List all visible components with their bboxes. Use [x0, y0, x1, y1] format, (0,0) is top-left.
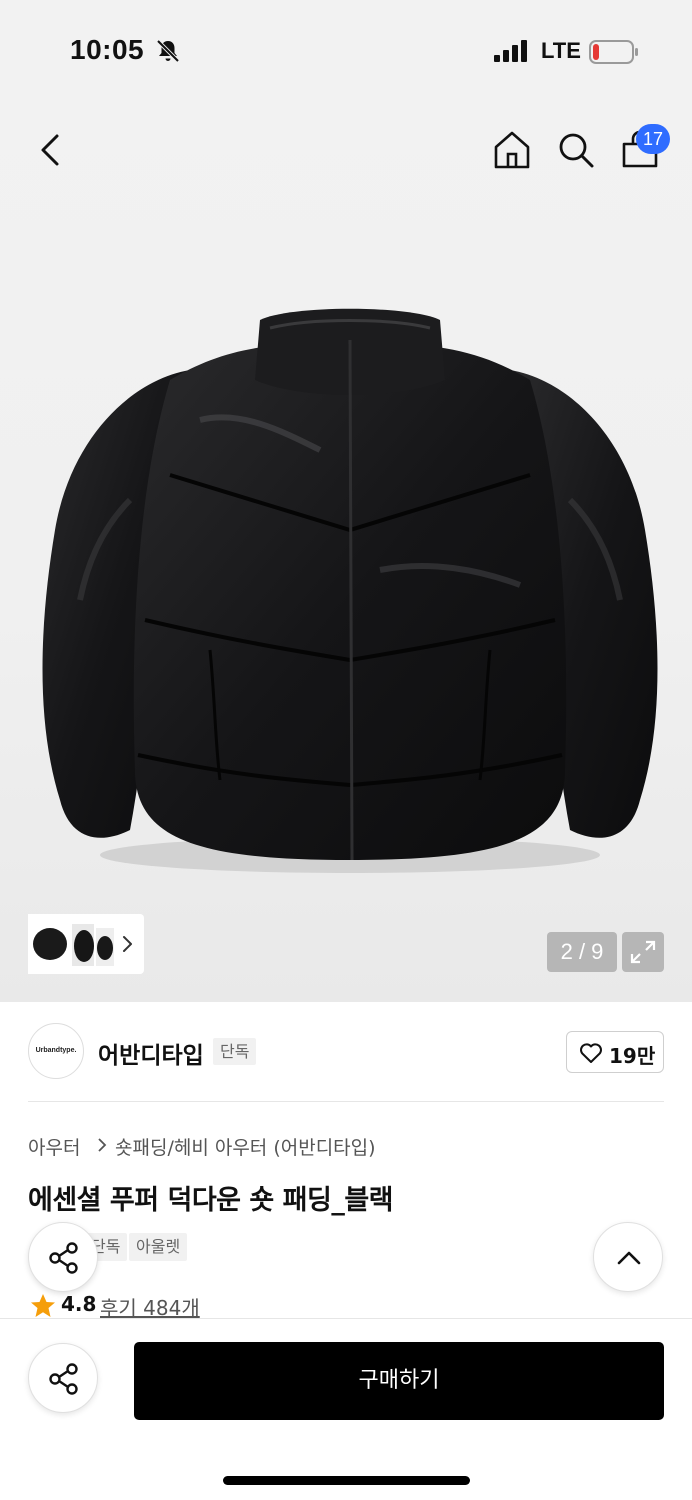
home-indicator: [223, 1476, 470, 1485]
store-name[interactable]: 어반디타입: [98, 1036, 204, 1070]
product-tag-outlet: 아울렛: [129, 1233, 188, 1261]
bottom-action-bar: 구매하기: [0, 1318, 692, 1500]
floating-share-button[interactable]: [28, 1222, 98, 1292]
product-title: 에센셜 푸퍼 덕다운 숏 패딩_블랙: [28, 1185, 394, 1216]
search-icon[interactable]: [554, 128, 598, 172]
back-arrow-icon[interactable]: [30, 128, 70, 172]
network-label: LTE: [541, 38, 581, 63]
share-button[interactable]: [28, 1343, 98, 1413]
like-count: 19만: [609, 1044, 656, 1068]
buy-button[interactable]: 구매하기: [134, 1342, 664, 1420]
share-icon: [49, 1242, 78, 1274]
expand-button[interactable]: [622, 932, 664, 972]
like-button[interactable]: 19만: [566, 1031, 664, 1073]
product-image-gallery[interactable]: 10:05 LTE 17 2 / 9: [0, 0, 692, 1002]
star-icon: [31, 1294, 55, 1317]
expand-icon: [630, 940, 656, 964]
chevron-right-icon: [98, 1138, 107, 1152]
image-counter: 2 / 9: [547, 932, 617, 972]
scroll-to-top-button[interactable]: [593, 1222, 663, 1292]
bell-muted-icon: [156, 39, 180, 63]
share-icon: [49, 1363, 78, 1395]
breadcrumb-subcategory[interactable]: 숏패딩/헤비 아우터 (어반디타입): [115, 1133, 376, 1160]
status-time: 10:05: [70, 34, 145, 65]
battery-icon: [589, 40, 638, 64]
breadcrumb-category[interactable]: 아우터: [28, 1133, 80, 1160]
chevron-up-icon: [617, 1251, 641, 1265]
store-logo[interactable]: Urbandtype.: [28, 1023, 84, 1079]
thumbnail-strip[interactable]: [28, 914, 144, 974]
review-count-link[interactable]: 후기 484개: [100, 1292, 200, 1321]
cart-count-badge: 17: [636, 124, 670, 154]
thumbnail-images[interactable]: [28, 914, 116, 974]
exclusive-tag: 단독: [213, 1038, 257, 1065]
chevron-right-icon[interactable]: [120, 930, 136, 958]
heart-icon: [580, 1043, 602, 1063]
signal-icon: [494, 40, 527, 62]
jacket-product-image: [42, 308, 658, 873]
rating-value: 4.8: [61, 1292, 97, 1316]
status-bar: 10:05 LTE: [0, 0, 692, 100]
divider: [28, 1101, 664, 1102]
home-icon[interactable]: [490, 128, 534, 172]
